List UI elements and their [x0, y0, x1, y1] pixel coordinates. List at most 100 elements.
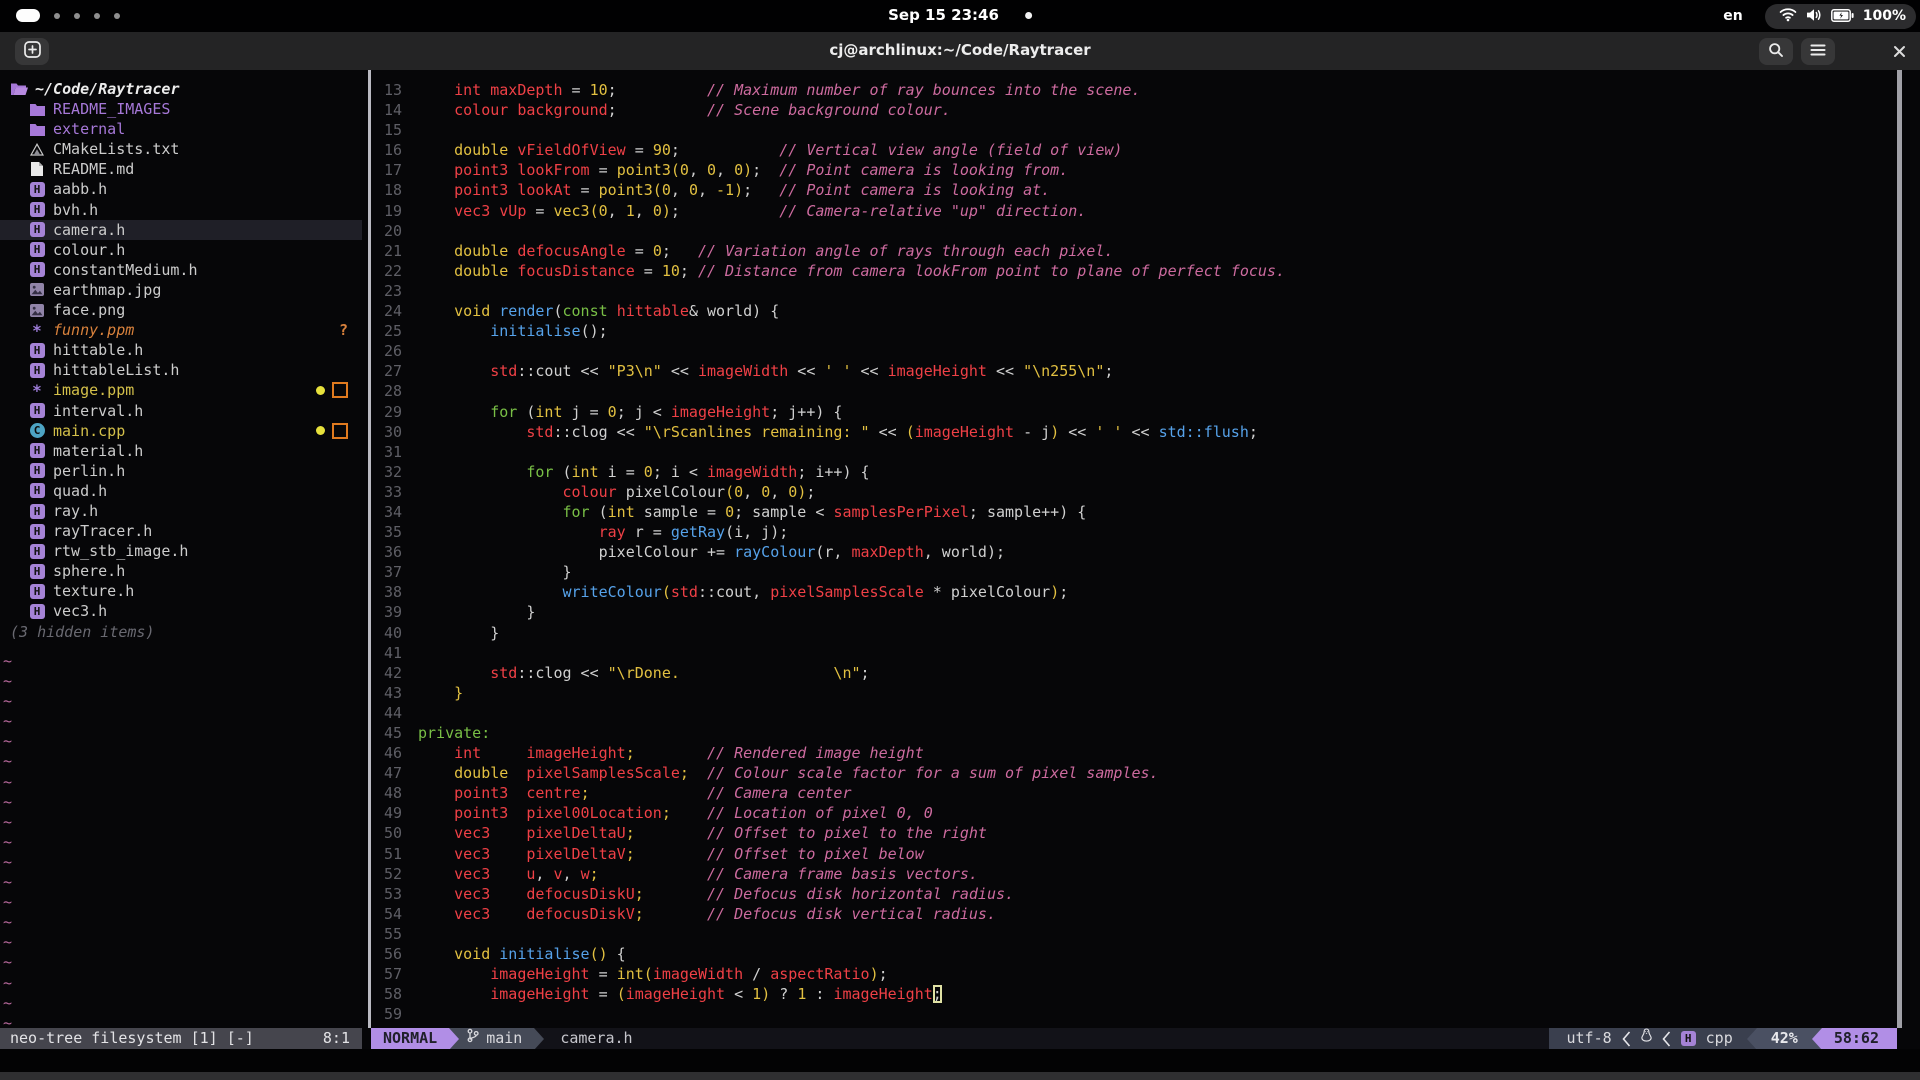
code-line-47[interactable]: 47 double pixelSamplesScale; // Colour s…	[371, 763, 1897, 783]
code-line-50[interactable]: 50 vec3 pixelDeltaU; // Offset to pixel …	[371, 823, 1897, 843]
code-line-51[interactable]: 51 vec3 pixelDeltaV; // Offset to pixel …	[371, 844, 1897, 864]
code-line-31[interactable]: 31	[371, 442, 1897, 462]
active-workspace-pill[interactable]	[16, 9, 40, 22]
code-line-33[interactable]: 33 colour pixelColour(0, 0, 0);	[371, 482, 1897, 502]
code-line-38[interactable]: 38 writeColour(std::cout, pixelSamplesSc…	[371, 582, 1897, 602]
tree-item-aabb.h[interactable]: Haabb.h	[0, 179, 362, 199]
code-line-29[interactable]: 29 for (int j = 0; j < imageHeight; j++)…	[371, 402, 1897, 422]
code-area[interactable]: 13 int maxDepth = 10; // Maximum number …	[371, 80, 1897, 1024]
empty-line-tilde: ~	[3, 792, 12, 812]
workspace-dot[interactable]	[94, 13, 100, 19]
tree-item-ray.h[interactable]: Hray.h	[0, 501, 362, 521]
tree-item-rayTracer.h[interactable]: HrayTracer.h	[0, 521, 362, 541]
code-line-52[interactable]: 52 vec3 u, v, w; // Camera frame basis v…	[371, 864, 1897, 884]
code-line-14[interactable]: 14 colour background; // Scene backgroun…	[371, 100, 1897, 120]
tree-item-earthmap.jpg[interactable]: earthmap.jpg	[0, 280, 362, 300]
status-tray[interactable]: 100%	[1765, 4, 1916, 29]
tree-item-colour.h[interactable]: Hcolour.h	[0, 240, 362, 260]
code-line-17[interactable]: 17 point3 lookFrom = point3(0, 0, 0); //…	[371, 160, 1897, 180]
code-line-34[interactable]: 34 for (int sample = 0; sample < samples…	[371, 502, 1897, 522]
tree-item-camera.h[interactable]: Hcamera.h	[0, 220, 362, 240]
code-line-22[interactable]: 22 double focusDistance = 10; // Distanc…	[371, 261, 1897, 281]
tree-item-texture.h[interactable]: Htexture.h	[0, 581, 362, 601]
code-line-30[interactable]: 30 std::clog << "\rScanlines remaining: …	[371, 422, 1897, 442]
code-line-21[interactable]: 21 double defocusAngle = 0; // Variation…	[371, 241, 1897, 261]
code-line-53[interactable]: 53 vec3 defocusDiskU; // Defocus disk ho…	[371, 884, 1897, 904]
workspace-indicator[interactable]	[16, 9, 120, 22]
tree-item-perlin.h[interactable]: Hperlin.h	[0, 461, 362, 481]
tree-item-material.h[interactable]: Hmaterial.h	[0, 441, 362, 461]
tree-item-vec3.h[interactable]: Hvec3.h	[0, 601, 362, 621]
code-line-57[interactable]: 57 imageHeight = int(imageWidth / aspect…	[371, 964, 1897, 984]
neotree-statusline: neo-tree filesystem [1] [-] 8:1	[0, 1028, 362, 1049]
code-line-23[interactable]: 23	[371, 281, 1897, 301]
workspace-dot[interactable]	[114, 13, 120, 19]
tree-item-face.png[interactable]: face.png	[0, 300, 362, 320]
workspace-dot[interactable]	[54, 13, 60, 19]
code-line-44[interactable]: 44	[371, 703, 1897, 723]
code-line-39[interactable]: 39 }	[371, 602, 1897, 622]
neotree-cursor-position: 8:1	[323, 1028, 350, 1049]
tree-item-hittableList.h[interactable]: HhittableList.h	[0, 360, 362, 380]
tree-item-bvh.h[interactable]: Hbvh.h	[0, 200, 362, 220]
code-line-35[interactable]: 35 ray r = getRay(i, j);	[371, 522, 1897, 542]
powerline-arrow	[534, 1028, 544, 1050]
code-line-16[interactable]: 16 double vFieldOfView = 90; // Vertical…	[371, 140, 1897, 160]
code-line-54[interactable]: 54 vec3 defocusDiskV; // Defocus disk ve…	[371, 904, 1897, 924]
tree-item-main.cpp[interactable]: Cmain.cpp	[0, 421, 362, 441]
code-line-18[interactable]: 18 point3 lookAt = point3(0, 0, -1); // …	[371, 180, 1897, 200]
code-line-24[interactable]: 24 void render(const hittable& world) {	[371, 301, 1897, 321]
code-line-48[interactable]: 48 point3 centre; // Camera center	[371, 783, 1897, 803]
h-icon: H	[28, 483, 46, 498]
code-line-56[interactable]: 56 void initialise() {	[371, 944, 1897, 964]
tree-item-funny.ppm[interactable]: *funny.ppm?	[0, 320, 362, 340]
code-line-25[interactable]: 25 initialise();	[371, 321, 1897, 341]
tree-item-interval.h[interactable]: Hinterval.h	[0, 401, 362, 421]
tree-item-README.md[interactable]: README.md	[0, 159, 362, 179]
code-line-19[interactable]: 19 vec3 vUp = vec3(0, 1, 0); // Camera-r…	[371, 201, 1897, 221]
code-line-41[interactable]: 41	[371, 643, 1897, 663]
h-icon: H	[28, 202, 46, 217]
code-line-46[interactable]: 46 int imageHeight; // Rendered image he…	[371, 743, 1897, 763]
code-line-32[interactable]: 32 for (int i = 0; i < imageWidth; i++) …	[371, 462, 1897, 482]
terminal-scrollbar[interactable]	[1897, 70, 1902, 1028]
code-line-42[interactable]: 42 std::clog << "\rDone. \n";	[371, 663, 1897, 683]
input-language-indicator[interactable]: en	[1723, 8, 1742, 24]
clock[interactable]: Sep 15 23:46	[888, 6, 1032, 24]
tree-item-rtw_stb_image.h[interactable]: Hrtw_stb_image.h	[0, 541, 362, 561]
tree-item-constantMedium.h[interactable]: HconstantMedium.h	[0, 260, 362, 280]
code-line-49[interactable]: 49 point3 pixel00Location; // Location o…	[371, 803, 1897, 823]
search-button[interactable]	[1759, 38, 1793, 65]
tree-item-README_IMAGES[interactable]: README_IMAGES	[0, 99, 362, 119]
menu-button[interactable]	[1801, 38, 1835, 65]
line-number: 48	[371, 783, 402, 803]
code-line-20[interactable]: 20	[371, 221, 1897, 241]
code-line-45[interactable]: 45private:	[371, 723, 1897, 743]
line-number: 57	[371, 964, 402, 984]
tree-item-sphere.h[interactable]: Hsphere.h	[0, 561, 362, 581]
code-line-28[interactable]: 28	[371, 381, 1897, 401]
empty-line-tilde: ~	[3, 751, 12, 771]
neotree-file-list[interactable]: ~/Code/RaytracerREADME_IMAGESexternalCMa…	[0, 79, 362, 642]
tree-item-CMakeLists.txt[interactable]: CMakeLists.txt	[0, 139, 362, 159]
tree-root-item[interactable]: ~/Code/Raytracer	[0, 79, 362, 99]
code-line-59[interactable]: 59	[371, 1004, 1897, 1024]
code-line-58[interactable]: 58 imageHeight = (imageHeight < 1) ? 1 :…	[371, 984, 1897, 1004]
code-line-40[interactable]: 40 }	[371, 623, 1897, 643]
close-button[interactable]	[1886, 40, 1912, 64]
code-line-27[interactable]: 27 std::cout << "P3\n" << imageWidth << …	[371, 361, 1897, 381]
code-line-37[interactable]: 37 }	[371, 562, 1897, 582]
code-line-36[interactable]: 36 pixelColour += rayColour(r, maxDepth,…	[371, 542, 1897, 562]
line-number: 16	[371, 140, 402, 160]
code-line-13[interactable]: 13 int maxDepth = 10; // Maximum number …	[371, 80, 1897, 100]
linux-penguin-icon	[1641, 1028, 1652, 1049]
code-line-26[interactable]: 26	[371, 341, 1897, 361]
tree-item-quad.h[interactable]: Hquad.h	[0, 481, 362, 501]
code-line-55[interactable]: 55	[371, 924, 1897, 944]
code-line-15[interactable]: 15	[371, 120, 1897, 140]
tree-item-external[interactable]: external	[0, 119, 362, 139]
tree-item-image.ppm[interactable]: *image.ppm	[0, 380, 362, 400]
code-line-43[interactable]: 43 }	[371, 683, 1897, 703]
workspace-dot[interactable]	[74, 13, 80, 19]
tree-item-hittable.h[interactable]: Hhittable.h	[0, 340, 362, 360]
